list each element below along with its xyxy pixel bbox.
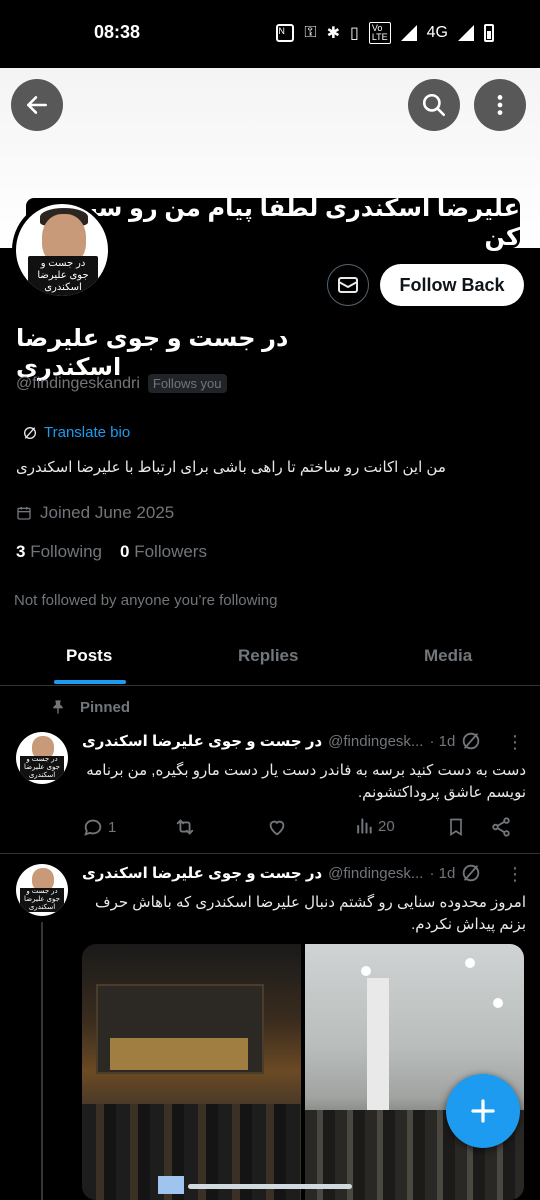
repost-button[interactable] [174,816,196,838]
ceiling-light [465,958,475,968]
follows-you-badge: Follows you [147,374,227,393]
followers-label: Followers [134,542,207,561]
pin-icon [53,700,63,714]
search-button[interactable] [408,79,460,131]
vpn-key-icon: ⚿ [304,24,317,41]
signal-icon-2 [458,25,474,41]
ceiling-light [493,998,503,1008]
heart-icon [269,820,285,836]
thread-line [41,922,43,1200]
vibrate-icon: ▯ [350,25,359,42]
battery-icon [484,24,494,42]
grok-translate-icon [24,426,36,439]
grok-icon[interactable] [460,862,482,889]
like-button[interactable] [266,816,288,838]
more-options-button[interactable] [474,79,526,131]
back-button[interactable] [11,79,63,131]
calendar-icon [17,507,31,520]
more-vertical-icon [497,95,503,115]
post-handle: @findingesk... [328,732,424,750]
nfc-icon: N [276,24,295,42]
following-count: 3 [16,542,26,561]
post-handle: @findingesk... [328,864,424,882]
reply-count: 1 [108,818,117,836]
post-photo[interactable] [305,944,524,1200]
search-icon [422,93,446,117]
post[interactable]: در جست و جوی علیرضا اسکندری در جست و جوی… [0,724,540,854]
plus-icon [471,1099,495,1123]
grok-icon[interactable] [460,730,482,757]
post-time: · 1d [429,864,456,882]
post-avatar[interactable]: در جست و جوی علیرضا اسکندری [16,864,68,916]
joined-date: Joined June 2025 [16,503,174,523]
volte-icon: Vo LTE [368,22,391,44]
network-type: 4G [426,24,448,41]
translate-bio-link[interactable]: Translate bio [22,424,130,441]
follow-counts: 3 Following 0 Followers [16,542,207,562]
post-header: در جست و جوی علیرضا اسکندری @findingesk.… [82,732,456,751]
views-icon [357,818,372,834]
tab-media[interactable]: Media [424,646,472,666]
tab-posts[interactable]: Posts [66,646,112,666]
pinned-indicator: Pinned [50,698,130,716]
post-avatar[interactable]: در جست و جوی علیرضا اسکندری [16,732,68,784]
profile-handle: @findingeskandri [16,374,140,392]
views-button[interactable]: 20 [354,816,395,836]
share-button[interactable] [490,816,512,838]
post-text: امروز محدوده سنایی رو گشتم دنبال علیرضا … [95,894,526,933]
bookmark-button[interactable] [446,816,466,838]
post[interactable]: در جست و جوی علیرضا اسکندری در جست و جوی… [0,856,540,1200]
follow-back-button[interactable]: Follow Back [380,264,524,306]
share-icon [492,817,510,837]
status-icons: N ⚿ ✱ ▯ Vo LTE 4G [276,22,494,44]
reply-icon [84,819,102,836]
tab-replies[interactable]: Replies [238,646,298,666]
pinned-label: Pinned [80,698,131,716]
post-time: · 1d [429,732,456,750]
bluetooth-icon: ✱ [326,25,340,42]
arrow-left-icon [27,96,47,114]
followers-link[interactable]: 0 Followers [120,542,207,562]
post-more-icon[interactable]: ⋮ [506,732,524,753]
signal-icon [400,25,417,41]
status-bar: 08:38 N ⚿ ✱ ▯ Vo LTE 4G [0,0,540,68]
mail-icon [338,277,358,293]
phone-screen [158,1176,184,1194]
active-tab-indicator [54,680,126,684]
post-photo[interactable] [82,944,301,1200]
views-count: 20 [378,817,395,835]
post-text: دست به دست کنید برسه به فاندر دست یار دس… [86,762,526,801]
message-button[interactable] [327,264,369,306]
compose-post-button[interactable] [446,1074,520,1148]
joined-label: Joined June 2025 [40,503,175,522]
avatar-label: در جست و جوی علیرضا اسکندری [28,256,98,296]
home-indicator[interactable] [188,1184,352,1189]
post-actions: 1 20 [82,816,514,842]
ceiling-light [361,966,371,976]
reply-button[interactable]: 1 [82,816,116,838]
handle-row: @findingeskandri Follows you [16,374,227,393]
following-link[interactable]: 3 Following [16,542,102,562]
followers-count: 0 [120,542,130,561]
lit-window [110,1038,248,1070]
profile-tabs: Posts Replies Media [0,634,540,686]
profile-avatar[interactable]: در جست و جوی علیرضا اسکندری [12,200,112,300]
avatar-label: در جست و جوی علیرضا اسکندری [20,756,64,780]
post-media-grid [82,944,524,1200]
following-label: Following [30,542,103,561]
post-author[interactable]: در جست و جوی علیرضا اسکندری [82,732,322,750]
avatar-label: در جست و جوی علیرضا اسکندری [20,888,64,912]
profile-bio: من این اکانت رو ساختم تا راهی باشی برای … [16,459,446,476]
post-author[interactable]: در جست و جوی علیرضا اسکندری [82,864,322,882]
not-followed-note: Not followed by anyone you’re following [14,592,278,609]
post-more-icon[interactable]: ⋮ [506,864,524,885]
repost-icon [176,819,194,835]
bookmark-icon [450,818,462,837]
translate-bio-label: Translate bio [44,424,131,441]
post-header: در جست و جوی علیرضا اسکندری @findingesk.… [82,864,456,883]
status-time: 08:38 [94,22,141,42]
